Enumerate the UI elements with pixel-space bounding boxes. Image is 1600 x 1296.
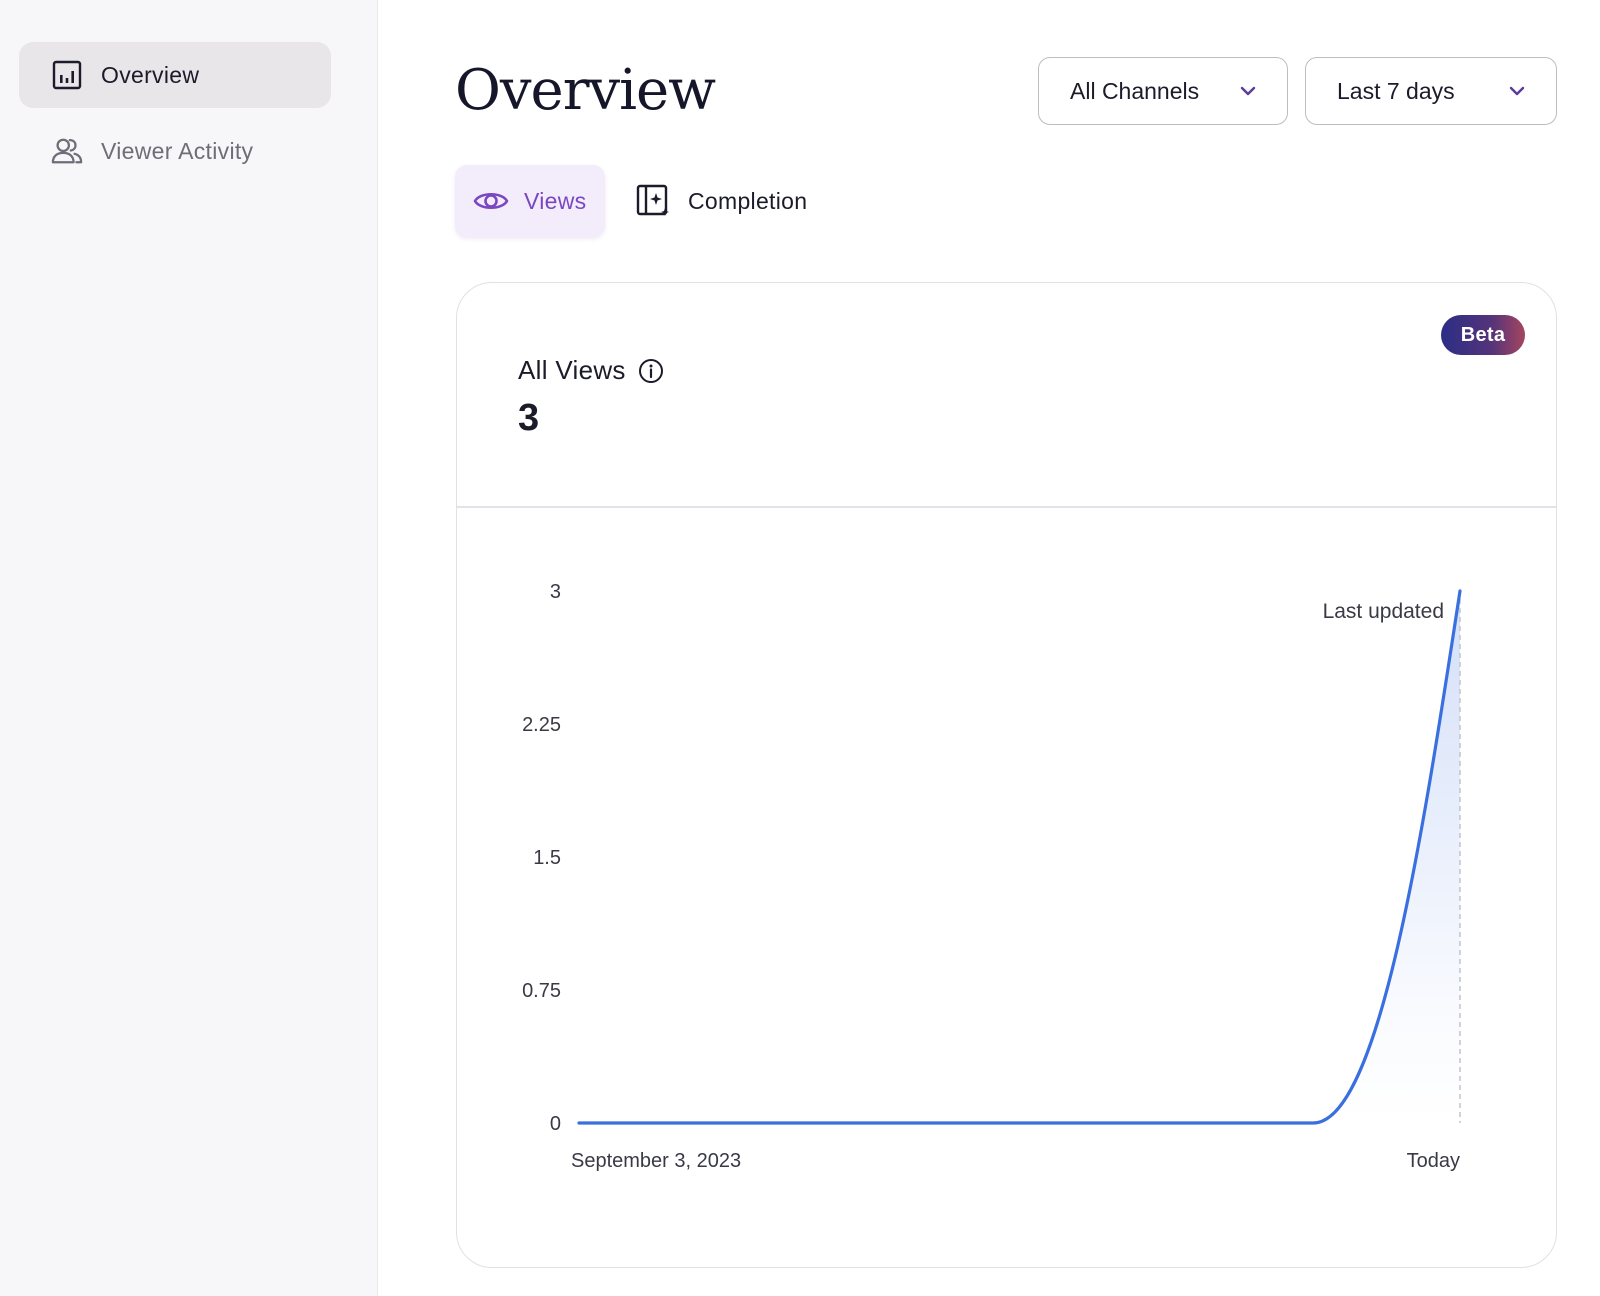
- views-card: Beta All Views 3 3 2.25 1.5 0.75 0 Last upda…: [456, 282, 1557, 1268]
- channel-filter-value: All Channels: [1070, 77, 1200, 104]
- metric-label-text: All Views: [518, 355, 626, 385]
- date-range-value: Last 7 days: [1337, 77, 1455, 104]
- sidebar-item-overview[interactable]: Overview: [19, 42, 331, 108]
- beta-badge: Beta: [1441, 315, 1525, 355]
- eye-icon: [473, 192, 509, 210]
- tab-completion[interactable]: Completion: [636, 165, 807, 237]
- x-tick-label: Today: [1407, 1150, 1460, 1172]
- chevron-down-icon: [1509, 86, 1525, 96]
- sidebar: Overview Viewer Activity: [0, 0, 378, 1296]
- users-icon: [51, 135, 83, 167]
- x-tick-label: September 3, 2023: [571, 1150, 741, 1172]
- sidebar-item-label: Overview: [101, 61, 200, 88]
- sidebar-item-viewer-activity[interactable]: Viewer Activity: [19, 118, 331, 184]
- y-tick-label: 3: [550, 581, 561, 603]
- metric-value: 3: [518, 397, 540, 439]
- tab-label: Views: [524, 187, 587, 214]
- completion-chart-icon: [636, 184, 669, 216]
- channel-filter-dropdown[interactable]: All Channels: [1038, 57, 1288, 125]
- metric-label: All Views: [518, 355, 664, 386]
- y-tick-label: 2.25: [522, 714, 561, 736]
- views-chart: 3 2.25 1.5 0.75 0 Last updated September 3, …: [522, 581, 1462, 1172]
- last-updated-label: Last updated: [1323, 600, 1444, 623]
- y-tick-label: 1.5: [533, 847, 561, 869]
- y-tick-label: 0: [550, 1113, 561, 1135]
- chart-area: [1313, 591, 1460, 1123]
- page-title: Overview: [455, 58, 716, 123]
- tab-views[interactable]: Views: [455, 165, 605, 237]
- info-icon[interactable]: [638, 358, 664, 384]
- tab-label: Completion: [688, 187, 808, 214]
- divider: [457, 506, 1556, 508]
- series-line: [577, 589, 1462, 1125]
- date-range-dropdown[interactable]: Last 7 days: [1305, 57, 1557, 125]
- bar-chart-icon: [51, 59, 83, 91]
- y-tick-label: 0.75: [522, 980, 561, 1002]
- chevron-down-icon: [1240, 86, 1256, 96]
- sidebar-item-label: Viewer Activity: [101, 137, 254, 164]
